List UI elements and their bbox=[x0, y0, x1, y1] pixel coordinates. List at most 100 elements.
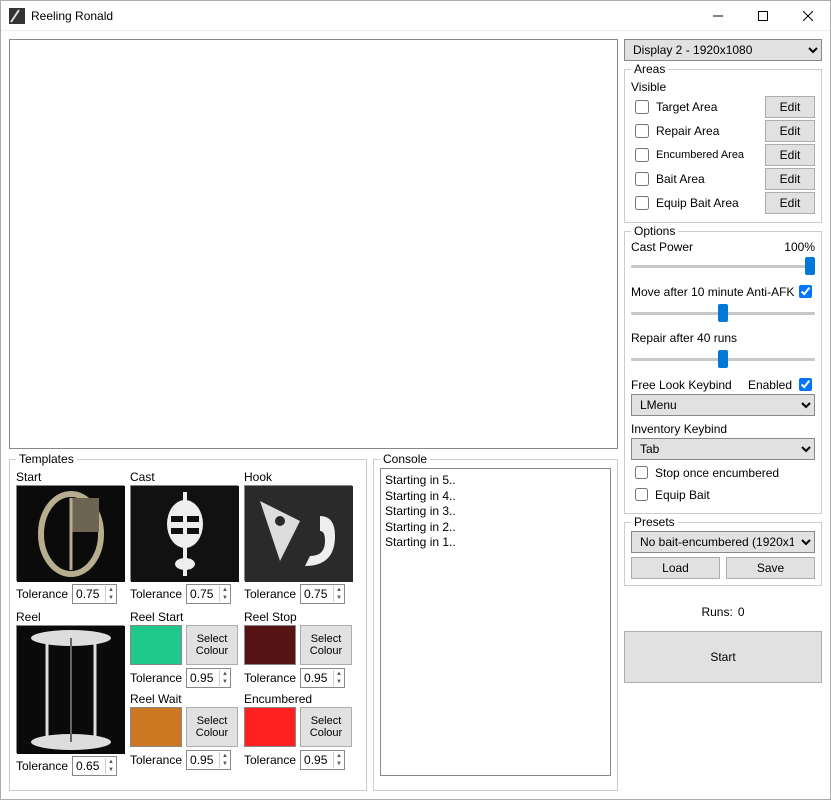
template-hook-tolerance[interactable]: ▲▼ bbox=[300, 584, 345, 604]
free-look-select[interactable]: LMenu bbox=[631, 394, 815, 416]
template-reel-stop-tolerance[interactable]: ▲▼ bbox=[300, 668, 345, 688]
tolerance-label: Tolerance bbox=[130, 587, 182, 601]
equip-bait-checkbox[interactable] bbox=[635, 488, 648, 501]
areas-group: Areas Visible Target AreaEdit Repair Are… bbox=[624, 69, 822, 223]
template-encumbered-select-colour[interactable]: Select Colour bbox=[300, 707, 352, 747]
free-look-enabled-checkbox[interactable] bbox=[799, 378, 812, 391]
template-reel-wait-label: Reel Wait bbox=[130, 692, 238, 706]
template-reel-stop-swatch[interactable] bbox=[244, 625, 296, 665]
presets-heading: Presets bbox=[631, 515, 678, 529]
load-button[interactable]: Load bbox=[631, 557, 720, 579]
templates-group: Templates Start Tolerance ▲▼ bbox=[9, 459, 367, 791]
template-reel-start-label: Reel Start bbox=[130, 610, 238, 624]
console-output[interactable]: Starting in 5.. Starting in 4.. Starting… bbox=[380, 468, 611, 776]
preview-area bbox=[9, 39, 618, 449]
runs-display: Runs: 0 bbox=[624, 600, 822, 621]
template-reel-label: Reel bbox=[16, 610, 124, 624]
app-icon bbox=[9, 8, 25, 24]
window-title: Reeling Ronald bbox=[31, 9, 695, 23]
template-reel-wait-tolerance[interactable]: ▲▼ bbox=[186, 750, 231, 770]
tolerance-label: Tolerance bbox=[244, 753, 296, 767]
visible-label: Visible bbox=[631, 80, 815, 94]
template-reel-stop-select-colour[interactable]: Select Colour bbox=[300, 625, 352, 665]
template-hook-thumb[interactable] bbox=[244, 485, 352, 581]
template-cast-label: Cast bbox=[130, 470, 238, 484]
stop-encumbered-label: Stop once encumbered bbox=[655, 466, 779, 480]
equip-bait-label: Equip Bait bbox=[655, 488, 710, 502]
template-encumbered-swatch[interactable] bbox=[244, 707, 296, 747]
template-reel-start-tolerance[interactable]: ▲▼ bbox=[186, 668, 231, 688]
template-encumbered-label: Encumbered bbox=[244, 692, 352, 706]
template-cast-tolerance[interactable]: ▲▼ bbox=[186, 584, 231, 604]
console-line: Starting in 2.. bbox=[385, 520, 606, 536]
console-line: Starting in 3.. bbox=[385, 504, 606, 520]
minimize-button[interactable] bbox=[695, 1, 740, 31]
template-start-tolerance[interactable]: ▲▼ bbox=[72, 584, 117, 604]
inventory-label: Inventory Keybind bbox=[631, 422, 815, 436]
save-button[interactable]: Save bbox=[726, 557, 815, 579]
template-reel-start-swatch[interactable] bbox=[130, 625, 182, 665]
equip-bait-area-checkbox[interactable] bbox=[635, 196, 649, 210]
target-area-label: Target Area bbox=[656, 100, 761, 114]
template-reel-wait-select-colour[interactable]: Select Colour bbox=[186, 707, 238, 747]
template-start-thumb[interactable] bbox=[16, 485, 124, 581]
tolerance-label: Tolerance bbox=[16, 587, 68, 601]
repair-area-edit[interactable]: Edit bbox=[765, 120, 815, 142]
templates-heading: Templates bbox=[16, 452, 77, 466]
template-cast-thumb[interactable] bbox=[130, 485, 238, 581]
template-reel-stop-label: Reel Stop bbox=[244, 610, 352, 624]
cast-power-label: Cast Power bbox=[631, 240, 693, 254]
template-hook-label: Hook bbox=[244, 470, 352, 484]
areas-heading: Areas bbox=[631, 62, 668, 76]
repair-slider[interactable] bbox=[631, 349, 815, 369]
console-group: Console Starting in 5.. Starting in 4.. … bbox=[373, 459, 618, 791]
anti-afk-slider[interactable] bbox=[631, 303, 815, 323]
console-line: Starting in 4.. bbox=[385, 489, 606, 505]
bait-area-edit[interactable]: Edit bbox=[765, 168, 815, 190]
console-line: Starting in 5.. bbox=[385, 473, 606, 489]
anti-afk-label: Move after 10 minute Anti-AFK bbox=[631, 285, 794, 299]
tolerance-label: Tolerance bbox=[244, 587, 296, 601]
free-look-label: Free Look Keybind bbox=[631, 378, 732, 392]
template-reel-start-select-colour[interactable]: Select Colour bbox=[186, 625, 238, 665]
presets-group: Presets No bait-encumbered (1920x1080) L… bbox=[624, 522, 822, 586]
template-encumbered-tolerance[interactable]: ▲▼ bbox=[300, 750, 345, 770]
target-area-checkbox[interactable] bbox=[635, 100, 649, 114]
titlebar: Reeling Ronald bbox=[1, 1, 830, 31]
encumbered-area-label: Encumbered Area bbox=[656, 149, 761, 161]
maximize-button[interactable] bbox=[740, 1, 785, 31]
console-line: Starting in 1.. bbox=[385, 535, 606, 551]
tolerance-label: Tolerance bbox=[16, 759, 68, 773]
start-button[interactable]: Start bbox=[624, 631, 822, 683]
encumbered-area-checkbox[interactable] bbox=[635, 148, 649, 162]
template-reel-tolerance[interactable]: ▲▼ bbox=[72, 756, 117, 776]
console-heading: Console bbox=[380, 452, 430, 466]
free-look-enabled-label: Enabled bbox=[748, 378, 792, 392]
bait-area-checkbox[interactable] bbox=[635, 172, 649, 186]
repair-label: Repair after 40 runs bbox=[631, 331, 815, 345]
template-reel-thumb[interactable] bbox=[16, 625, 124, 753]
equip-bait-area-edit[interactable]: Edit bbox=[765, 192, 815, 214]
anti-afk-checkbox[interactable] bbox=[799, 285, 812, 298]
app-window: Reeling Ronald Templates Start bbox=[0, 0, 831, 800]
repair-area-checkbox[interactable] bbox=[635, 124, 649, 138]
template-start-label: Start bbox=[16, 470, 124, 484]
close-button[interactable] bbox=[785, 1, 830, 31]
options-heading: Options bbox=[631, 224, 678, 238]
tolerance-label: Tolerance bbox=[130, 671, 182, 685]
encumbered-area-edit[interactable]: Edit bbox=[765, 144, 815, 166]
target-area-edit[interactable]: Edit bbox=[765, 96, 815, 118]
cast-power-slider[interactable] bbox=[631, 256, 815, 276]
preset-select[interactable]: No bait-encumbered (1920x1080) bbox=[631, 531, 815, 553]
cast-power-value: 100% bbox=[784, 240, 815, 254]
tolerance-label: Tolerance bbox=[244, 671, 296, 685]
template-reel-wait-swatch[interactable] bbox=[130, 707, 182, 747]
options-group: Options Cast Power100% Move after 10 min… bbox=[624, 231, 822, 514]
display-select[interactable]: Display 2 - 1920x1080 bbox=[624, 39, 822, 61]
stop-encumbered-checkbox[interactable] bbox=[635, 466, 648, 479]
equip-bait-area-label: Equip Bait Area bbox=[656, 196, 761, 210]
inventory-select[interactable]: Tab bbox=[631, 438, 815, 460]
repair-area-label: Repair Area bbox=[656, 124, 761, 138]
bait-area-label: Bait Area bbox=[656, 172, 761, 186]
tolerance-label: Tolerance bbox=[130, 753, 182, 767]
